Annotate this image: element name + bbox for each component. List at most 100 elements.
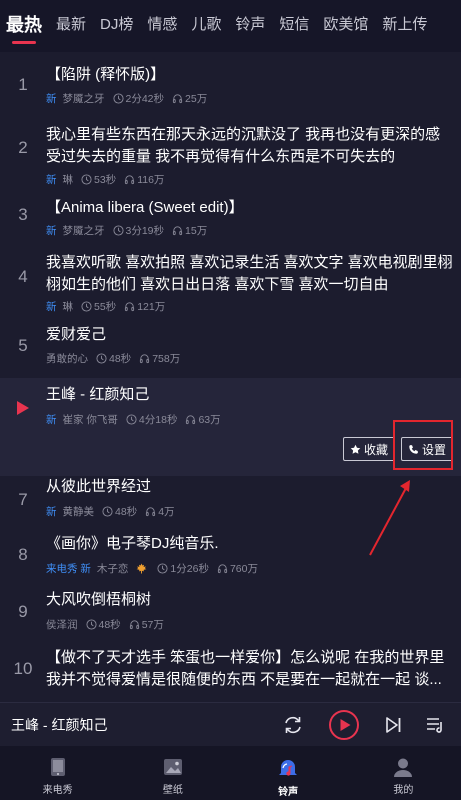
song-title: 【陷阱 (释怀版)】 [46, 66, 166, 83]
tab-kids-songs[interactable]: 儿歌 [191, 0, 221, 52]
duration: 1分26秒 [170, 563, 209, 575]
rank-number: 3 [18, 205, 28, 224]
listen-count: 116万 [137, 174, 165, 186]
nav-label: 来电秀 [42, 785, 73, 796]
nav-item-profile[interactable]: 我的 [346, 746, 461, 800]
list-item-playing[interactable]: 王峰 - 红颜知己 新 崔家 你飞哥 4分18秒 63万 收藏 设置 [0, 378, 461, 476]
clock-icon [126, 414, 137, 425]
list-item[interactable]: 8 《画你》电子琴DJ纯音乐. 来电秀 新 木子恋 1分26秒 760万 [0, 533, 461, 589]
rank-number: 8 [18, 545, 28, 564]
list-item[interactable]: 7 从彼此世界经过 新 黄静美 48秒 4万 [0, 476, 461, 533]
duration: 2分42秒 [125, 93, 165, 105]
favorite-label: 收藏 [363, 442, 388, 457]
headphones-icon [146, 507, 156, 517]
tab-new-upload[interactable]: 新上传 [382, 0, 427, 52]
nav-label: 我的 [393, 785, 414, 796]
listen-count: 15万 [185, 225, 208, 237]
ringtone-list: 1 【陷阱 (释怀版)】 新 梦魇之牙 2分42秒 25万 2 我心里有些东西在… [0, 52, 461, 702]
tab-ringtone[interactable]: 铃声 [235, 0, 265, 52]
tab-western[interactable]: 欧美馆 [323, 0, 368, 52]
new-badge: 新 [46, 414, 57, 426]
duration: 55秒 [94, 301, 117, 313]
song-title: 我喜欢听歌 喜欢拍照 喜欢记录生活 喜欢文字 喜欢电视剧里栩栩如生的他们 喜欢日… [46, 254, 453, 293]
list-item[interactable]: 9 大风吹倒梧桐树 侯泽润 48秒 57万 [0, 589, 461, 647]
favorite-button[interactable]: 收藏 [342, 437, 395, 461]
headphones-icon [217, 564, 228, 574]
song-title: 《画你》电子琴DJ纯音乐. [46, 535, 219, 552]
now-playing-title: 王峰 - 红颜知己 [11, 717, 108, 733]
nav-item-wallpaper[interactable]: 壁纸 [115, 746, 230, 800]
rank-number: 4 [18, 267, 28, 286]
listen-count: 758万 [152, 353, 181, 365]
tab-hot[interactable]: 最热 [6, 0, 42, 52]
repeat-icon[interactable] [282, 714, 304, 736]
author-name: 琳 [62, 301, 74, 313]
list-item[interactable]: 4 我喜欢听歌 喜欢拍照 喜欢记录生活 喜欢文字 喜欢电视剧里栩栩如生的他们 喜… [0, 249, 461, 324]
clock-icon [112, 225, 124, 236]
next-track-icon[interactable] [382, 714, 404, 736]
listen-count: 121万 [137, 301, 166, 313]
rank-number: 2 [18, 138, 28, 157]
duration: 3分19秒 [125, 225, 165, 237]
listen-count: 57万 [141, 619, 164, 631]
duration: 48秒 [98, 619, 121, 631]
play-button[interactable] [328, 709, 360, 741]
rank-number: 10 [13, 659, 33, 678]
bottom-nav: 来电秀 壁纸 铃声 我的 [0, 746, 461, 800]
now-playing-bar[interactable]: 王峰 - 红颜知己 [0, 702, 461, 746]
list-item[interactable]: 1 【陷阱 (释怀版)】 新 梦魇之牙 2分42秒 25万 [0, 52, 461, 120]
headphones-icon [172, 226, 183, 236]
author-name: 崔家 你飞哥 [62, 414, 118, 426]
song-title: 从彼此世界经过 [46, 478, 152, 495]
set-ringtone-button[interactable]: 设置 [400, 437, 453, 461]
playlist-icon[interactable] [424, 714, 446, 736]
rank-number: 9 [18, 602, 28, 621]
song-title: 爱财爱己 [46, 326, 107, 343]
song-title: 王峰 - 红颜知己 [46, 386, 150, 403]
clock-icon [85, 619, 97, 630]
wallpaper-icon [163, 759, 182, 775]
author-name: 黄静美 [62, 506, 95, 518]
author-name: 琳 [62, 174, 74, 186]
tab-dj-chart[interactable]: DJ榜 [100, 0, 133, 52]
duration: 48秒 [109, 353, 132, 365]
duration: 53秒 [94, 174, 117, 186]
maple-leaf-icon [137, 563, 147, 574]
nav-item-ringtone[interactable]: 铃声 [231, 746, 346, 800]
headphones-icon [125, 302, 135, 312]
profile-icon [394, 758, 413, 777]
clock-icon [81, 174, 92, 185]
new-badge: 新 [46, 174, 57, 186]
author-name: 梦魇之牙 [62, 225, 105, 237]
nav-item-phone-show[interactable]: 来电秀 [0, 746, 115, 800]
nav-label: 壁纸 [162, 785, 183, 796]
duration: 4分18秒 [138, 414, 178, 426]
set-label: 设置 [421, 442, 446, 457]
author-name: 勇敢的心 [46, 353, 88, 365]
clock-icon [81, 301, 92, 312]
new-badge: 新 [46, 225, 57, 237]
author-name: 梦魇之牙 [62, 93, 105, 105]
list-item[interactable]: 3 【Anima libera (Sweet edit)】 新 梦魇之牙 3分1… [0, 197, 461, 249]
list-item[interactable]: 10 【做不了天才选手 笨蛋也一样爱你】怎么说呢 在我的世界里 我并不觉得爱情是… [0, 647, 461, 702]
tab-emotion[interactable]: 情感 [147, 0, 177, 52]
tab-sms[interactable]: 短信 [279, 0, 309, 52]
author-name: 木子恋 [96, 563, 129, 575]
listen-count: 63万 [198, 414, 221, 426]
headphones-icon [186, 415, 196, 425]
tab-new[interactable]: 最新 [56, 0, 86, 52]
list-item[interactable]: 5 爱财爱己 勇敢的心 48秒 758万 [0, 324, 461, 378]
clock-icon [112, 93, 124, 104]
list-item[interactable]: 2 我心里有些东西在那天永远的沉默没了 我再也没有更深的感受过失去的重量 我不再… [0, 120, 461, 197]
clock-icon [157, 563, 168, 574]
phone-show-icon [50, 758, 65, 776]
category-tabs: 最热 最新 DJ榜 情感 儿歌 铃声 短信 欧美馆 新上传 [0, 0, 461, 52]
listen-count: 25万 [185, 93, 208, 105]
phone-icon [409, 444, 418, 454]
nav-label: 铃声 [278, 787, 299, 798]
clock-icon [102, 506, 113, 517]
playing-indicator-icon [17, 401, 29, 415]
new-badge: 新 [46, 93, 57, 105]
song-title: 【做不了天才选手 笨蛋也一样爱你】怎么说呢 在我的世界里 我并不觉得爱情是很随便… [46, 649, 445, 688]
headphones-icon [129, 620, 139, 630]
